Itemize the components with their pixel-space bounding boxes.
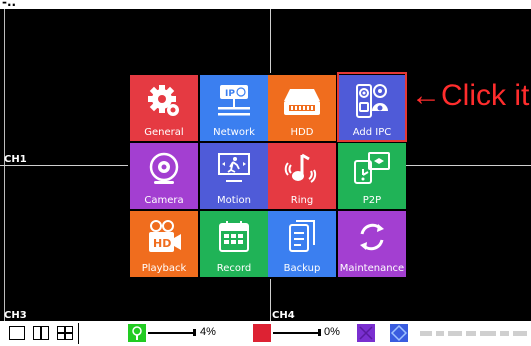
tile-backup[interactable]: Backup <box>268 211 336 277</box>
layout-2-icon[interactable] <box>33 326 49 340</box>
click-it-annotation: ←Click it <box>411 79 530 112</box>
svg-text:IP: IP <box>225 89 235 99</box>
gear-icon <box>130 83 198 119</box>
channel-label-ch3: CH3 <box>4 310 27 321</box>
channel-label-ch4: CH4 <box>272 310 295 321</box>
tile-motion[interactable]: Motion <box>200 143 268 209</box>
color-button-blue[interactable] <box>390 324 408 342</box>
camera-icon <box>130 151 198 187</box>
svg-text:HD: HD <box>153 237 171 250</box>
hdd-icon <box>268 83 336 119</box>
tile-label: Ring <box>290 195 314 206</box>
status-blur-5 <box>480 331 496 336</box>
add-ipc-highlight-box <box>337 72 407 142</box>
tile-hdd[interactable]: HDD <box>268 75 336 141</box>
channel-label-ch1: CH1 <box>4 154 27 165</box>
playback-icon: HD <box>130 219 198 255</box>
tile-label: General <box>144 127 184 138</box>
volume-2-knob[interactable] <box>318 329 321 336</box>
backup-icon <box>268 219 336 255</box>
volume-2-slider[interactable] <box>273 332 321 334</box>
volume-1-slider[interactable] <box>148 332 196 334</box>
maintenance-icon <box>338 219 406 255</box>
layout-1-icon[interactable] <box>9 326 25 340</box>
volume-1-icon[interactable] <box>128 324 146 342</box>
layout-4-icon[interactable] <box>57 326 73 340</box>
status-blur-4 <box>466 331 476 336</box>
tile-network[interactable]: IP Network <box>200 75 268 141</box>
tile-p2p[interactable]: P2P <box>338 143 406 209</box>
tile-label: Camera <box>144 195 184 206</box>
record-icon <box>200 219 268 255</box>
tile-maintenance[interactable]: Maintenance <box>338 211 406 277</box>
tile-general[interactable]: General <box>130 75 198 141</box>
ring-icon <box>268 151 336 187</box>
tile-ring[interactable]: Ring <box>268 143 336 209</box>
separator <box>78 323 79 344</box>
volume-2-percent: 0% <box>324 326 340 338</box>
top-strip: -.. <box>0 0 531 9</box>
tile-label: Motion <box>217 195 251 206</box>
status-blur-7 <box>513 331 527 336</box>
p2p-icon <box>338 151 406 187</box>
status-blur-3 <box>448 331 462 336</box>
status-blur-6 <box>500 331 509 336</box>
tile-label: HDD <box>290 127 314 138</box>
tile-camera[interactable]: Camera <box>130 143 198 209</box>
tile-label: Maintenance <box>339 263 405 274</box>
tile-label: Record <box>216 263 252 274</box>
status-bar: 4% 0% <box>0 321 531 346</box>
network-icon: IP <box>200 83 268 119</box>
status-blur-2 <box>436 331 444 336</box>
tile-label: Backup <box>283 263 321 274</box>
tile-playback[interactable]: HD Playback <box>130 211 198 277</box>
volume-1-percent: 4% <box>200 326 216 338</box>
volume-2-icon[interactable] <box>253 324 271 342</box>
tile-label: P2P <box>362 195 382 206</box>
status-blur-1 <box>420 331 432 336</box>
tile-label: Playback <box>141 263 187 274</box>
motion-icon <box>200 151 268 187</box>
tile-record[interactable]: Record <box>200 211 268 277</box>
color-button-purple[interactable] <box>357 324 375 342</box>
tile-label: Network <box>213 127 255 138</box>
volume-1-knob[interactable] <box>193 329 196 336</box>
top-strip-label: -.. <box>2 0 17 9</box>
